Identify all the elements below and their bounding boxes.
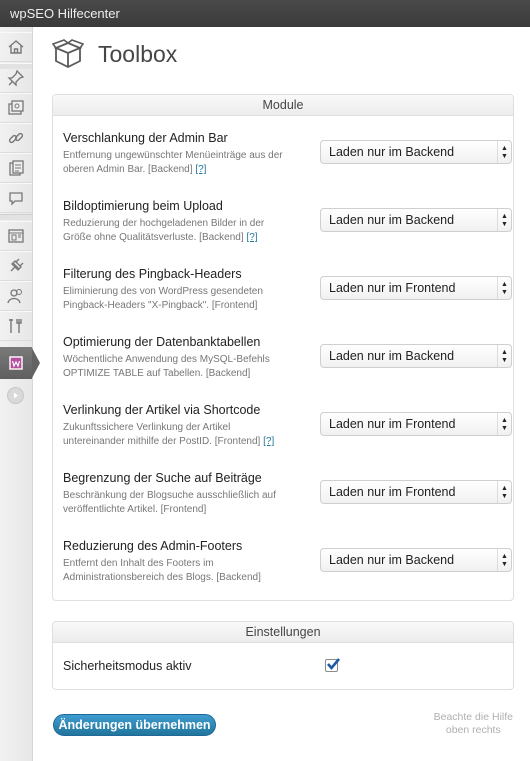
- module-load-select-value: Laden nur im Frontend: [329, 417, 456, 431]
- module-help-link[interactable]: [?]: [263, 436, 274, 447]
- select-arrows-icon: ▲ ▼: [497, 345, 511, 367]
- modules-heading: Module: [53, 95, 513, 116]
- module-description-text: Wöchentliche Anwendung des MySQL-Befehls…: [63, 354, 270, 379]
- sidebar-item-plugins[interactable]: [0, 251, 32, 281]
- sidebar-item-pages[interactable]: [0, 153, 32, 183]
- select-arrows-icon: ▲ ▼: [497, 209, 511, 231]
- module-load-select[interactable]: Laden nur im Backend ▲ ▼: [320, 548, 512, 572]
- settings-panel: Einstellungen Sicherheitsmodus aktiv: [52, 621, 514, 690]
- comments-icon: [9, 192, 23, 206]
- safe-mode-checkbox[interactable]: [325, 658, 340, 672]
- help-note: Beachte die Hilfe oben rechts: [434, 711, 513, 737]
- media-icon: [8, 100, 24, 115]
- sidebar-item-comments[interactable]: [0, 183, 32, 213]
- admin-sidebar: [0, 27, 40, 761]
- sidebar-item-appearance[interactable]: [0, 221, 32, 251]
- module-description-text: Beschränkung der Blogsuche ausschließlic…: [63, 490, 276, 515]
- sidebar-item-dashboard[interactable]: [0, 32, 32, 62]
- sidebar-item-tools[interactable]: [0, 311, 32, 341]
- module-load-select-value: Laden nur im Backend: [329, 213, 455, 227]
- home-icon: [8, 40, 24, 54]
- link-icon: [8, 132, 24, 144]
- tools-icon: [9, 319, 22, 333]
- safe-mode-label: Sicherheitsmodus aktiv: [63, 659, 192, 673]
- settings-heading: Einstellungen: [53, 622, 513, 643]
- sidebar-item-links[interactable]: [0, 123, 32, 153]
- sidebar-item-wpseo[interactable]: [0, 347, 32, 379]
- module-load-select[interactable]: Laden nur im Backend ▲ ▼: [320, 344, 512, 368]
- appearance-icon: [8, 229, 24, 243]
- module-load-select[interactable]: Laden nur im Frontend ▲ ▼: [320, 412, 512, 436]
- sidebar-item-users[interactable]: [0, 281, 32, 311]
- window-title: wpSEO Hilfecenter: [10, 6, 120, 21]
- active-menu-arrow: [32, 348, 40, 378]
- module-description-text: Entfernt den Inhalt des Footers im Admin…: [63, 558, 261, 583]
- module-description: Wöchentliche Anwendung des MySQL-Befehls…: [63, 353, 288, 381]
- module-description-text: Zukunftssichere Verlinkung der Artikel u…: [63, 422, 261, 447]
- module-description: Reduzierung der hochgeladenen Bilder in …: [63, 217, 288, 245]
- module-load-select-value: Laden nur im Backend: [329, 349, 455, 363]
- select-arrows-icon: ▲ ▼: [497, 277, 511, 299]
- module-description: Eliminierung des von WordPress gesendete…: [63, 285, 288, 313]
- module-row: Reduzierung des Admin-Footers Entfernt de…: [63, 539, 512, 585]
- module-row: Begrenzung der Suche auf Beiträge Beschrä…: [63, 471, 512, 517]
- page-header: Toolbox: [52, 38, 177, 70]
- checkmark-icon: [327, 658, 340, 671]
- module-load-select-value: Laden nur im Backend: [329, 553, 455, 567]
- module-description-text: Eliminierung des von WordPress gesendete…: [63, 286, 263, 311]
- collapse-menu-icon: [14, 392, 18, 399]
- module-load-select[interactable]: Laden nur im Backend ▲ ▼: [320, 208, 512, 232]
- module-row: Verlinkung der Artikel via Shortcode Zuku…: [63, 403, 512, 449]
- module-load-select-value: Laden nur im Frontend: [329, 485, 456, 499]
- pages-icon: [9, 160, 24, 176]
- wpseo-icon: [9, 356, 23, 370]
- select-arrows-icon: ▲ ▼: [497, 549, 511, 571]
- module-load-select[interactable]: Laden nur im Frontend ▲ ▼: [320, 276, 512, 300]
- module-load-select-value: Laden nur im Frontend: [329, 281, 456, 295]
- select-arrows-icon: ▲ ▼: [497, 141, 511, 163]
- help-note-line-2: oben rechts: [445, 724, 501, 736]
- module-description-text: Reduzierung der hochgeladenen Bilder in …: [63, 218, 265, 243]
- safe-mode-row: Sicherheitsmodus aktiv: [63, 658, 503, 674]
- module-description: Zukunftssichere Verlinkung der Artikel u…: [63, 421, 288, 449]
- users-icon: [7, 289, 22, 304]
- module-row: Verschlankung der Admin Bar Entfernung un…: [63, 131, 512, 177]
- sidebar-item-media[interactable]: [0, 93, 32, 123]
- toolbox-icon: [52, 39, 84, 69]
- module-row: Bildoptimierung beim Upload Reduzierung d…: [63, 199, 512, 245]
- help-note-line-1: Beachte die Hilfe: [433, 711, 513, 723]
- module-load-select[interactable]: Laden nur im Frontend ▲ ▼: [320, 480, 512, 504]
- module-help-link[interactable]: [?]: [195, 164, 206, 175]
- module-help-link[interactable]: [?]: [246, 232, 257, 243]
- module-description: Beschränkung der Blogsuche ausschließlic…: [63, 489, 288, 517]
- module-row: Optimierung der Datenbanktabellen Wöchent…: [63, 335, 512, 381]
- module-description-text: Entfernung ungewünschter Menüeinträge au…: [63, 150, 283, 175]
- module-load-select[interactable]: Laden nur im Backend ▲ ▼: [320, 140, 512, 164]
- page-title: Toolbox: [98, 40, 178, 67]
- module-row: Filterung des Pingback-Headers Eliminieru…: [63, 267, 512, 313]
- module-description: Entfernung ungewünschter Menüeinträge au…: [63, 149, 288, 177]
- module-load-select-value: Laden nur im Backend: [329, 145, 455, 159]
- plugins-icon: [10, 258, 24, 272]
- collapse-menu-button[interactable]: [7, 387, 24, 404]
- sidebar-item-posts[interactable]: [0, 63, 32, 93]
- save-changes-button[interactable]: Änderungen übernehmen: [53, 714, 216, 736]
- pin-icon: [7, 69, 25, 87]
- window-title-bar: wpSEO Hilfecenter: [0, 0, 530, 27]
- select-arrows-icon: ▲ ▼: [497, 413, 511, 435]
- module-description: Entfernt den Inhalt des Footers im Admin…: [63, 557, 288, 585]
- modules-panel: Module Verschlankung der Admin Bar Entfer…: [52, 94, 514, 601]
- select-arrows-icon: ▲ ▼: [497, 481, 511, 503]
